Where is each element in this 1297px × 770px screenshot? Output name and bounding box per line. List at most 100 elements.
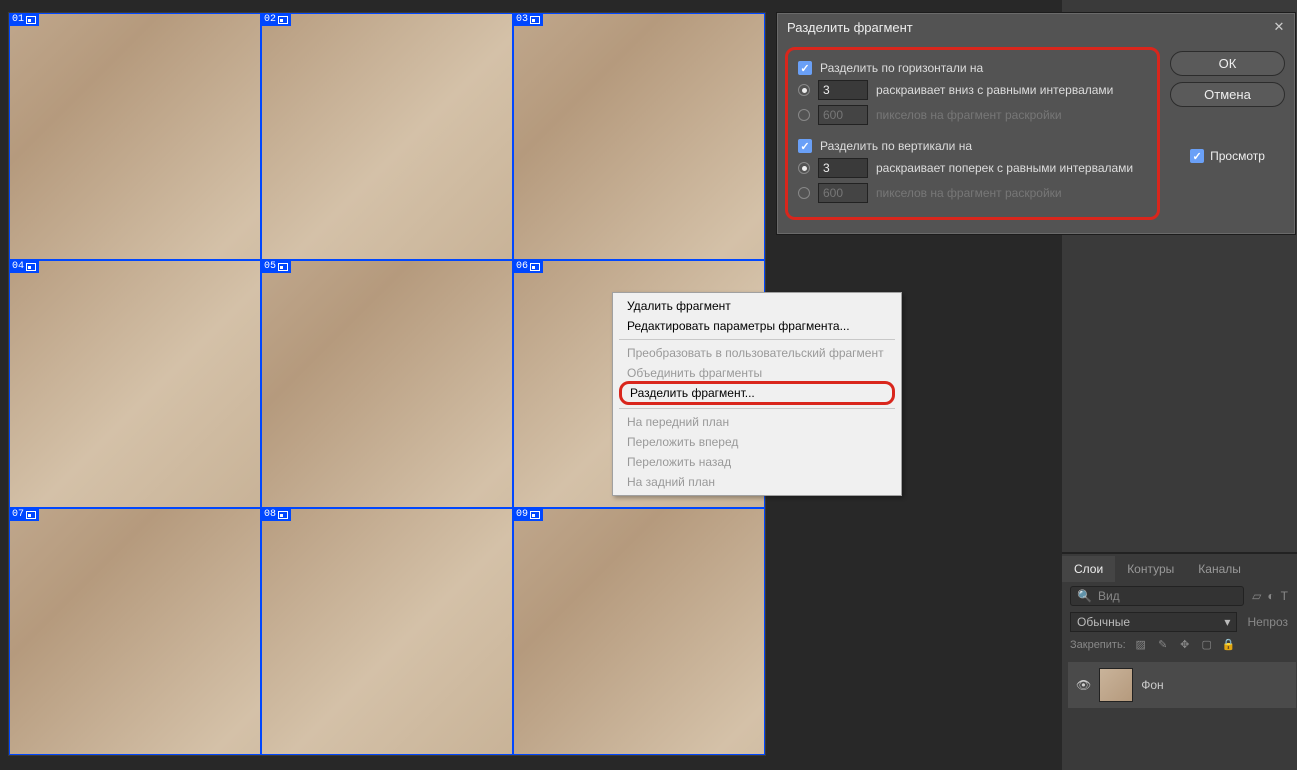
image-icon — [278, 511, 288, 519]
close-icon[interactable]: ✕ — [1271, 19, 1287, 35]
filter-image-icon[interactable]: ▱ — [1252, 589, 1261, 603]
context-menu: Удалить фрагмент Редактировать параметры… — [612, 292, 902, 496]
ctx-bring-forward: Переложить вперед — [613, 432, 901, 452]
lock-brush-icon[interactable]: ✎ — [1156, 638, 1170, 651]
horizontal-group: ✓ Разделить по горизонтали на раскраивае… — [798, 61, 1147, 125]
slice-badge: 07 — [10, 509, 39, 521]
slice-05[interactable]: 05 — [261, 260, 513, 507]
filter-label: Вид — [1098, 589, 1120, 603]
horiz-pixels-radio[interactable] — [798, 109, 810, 121]
search-icon: 🔍 — [1077, 589, 1092, 603]
highlight-annotation: Разделить фрагмент... — [619, 381, 895, 405]
separator — [619, 408, 895, 409]
dialog-titlebar[interactable]: Разделить фрагмент ✕ — [777, 13, 1295, 43]
dialog-options-highlight: ✓ Разделить по горизонтали на раскраивае… — [785, 47, 1160, 220]
slice-02[interactable]: 02 — [261, 13, 513, 260]
slice-badge: 08 — [262, 509, 291, 521]
ok-button[interactable]: ОК — [1170, 51, 1285, 76]
slice-number: 03 — [516, 15, 528, 25]
horiz-px-hint: пикселов на фрагмент раскройки — [876, 108, 1062, 122]
tab-channels[interactable]: Каналы — [1186, 556, 1253, 582]
horiz-count-hint: раскраивает вниз с равными интервалами — [876, 83, 1113, 97]
vert-label: Разделить по вертикали на — [820, 139, 972, 153]
slice-number: 06 — [516, 262, 528, 272]
ctx-convert-user-slice: Преобразовать в пользовательский фрагмен… — [613, 343, 901, 363]
slice-number: 05 — [264, 262, 276, 272]
preview-checkbox[interactable]: ✓ — [1190, 149, 1204, 163]
slice-09[interactable]: 09 — [513, 508, 765, 755]
ctx-divide-slice[interactable]: Разделить фрагмент... — [622, 384, 892, 402]
horiz-count-input[interactable] — [818, 80, 868, 100]
visibility-icon[interactable]: 👁 — [1076, 678, 1091, 692]
slice-number: 04 — [12, 262, 24, 272]
blend-mode-value: Обычные — [1077, 615, 1130, 629]
slice-07[interactable]: 07 — [9, 508, 261, 755]
cancel-button[interactable]: Отмена — [1170, 82, 1285, 107]
image-icon — [26, 511, 36, 519]
slice-badge: 03 — [514, 14, 543, 26]
vert-count-input[interactable] — [818, 158, 868, 178]
vert-pixels-radio[interactable] — [798, 187, 810, 199]
filter-adjust-icon[interactable]: ◐ — [1267, 589, 1274, 603]
vert-evenly-radio[interactable] — [798, 162, 810, 174]
image-icon — [530, 263, 540, 271]
slice-number: 08 — [264, 510, 276, 520]
slice-03[interactable]: 03 — [513, 13, 765, 260]
image-icon — [530, 16, 540, 24]
filter-type-icon[interactable]: T — [1281, 589, 1288, 603]
image-icon — [26, 263, 36, 271]
horiz-label: Разделить по горизонтали на — [820, 61, 983, 75]
lock-all-icon[interactable]: 🔒 — [1222, 638, 1236, 651]
slice-number: 07 — [12, 510, 24, 520]
preview-label: Просмотр — [1210, 149, 1265, 163]
slice-badge: 06 — [514, 261, 543, 273]
slice-number: 09 — [516, 510, 528, 520]
image-icon — [26, 16, 36, 24]
layer-thumbnail[interactable] — [1099, 668, 1133, 702]
divide-slice-dialog: Разделить фрагмент ✕ ✓ Разделить по гори… — [776, 12, 1296, 235]
slice-01[interactable]: 01 — [9, 13, 261, 260]
ctx-send-backward: Переложить назад — [613, 452, 901, 472]
slice-badge: 04 — [10, 261, 39, 273]
vert-px-input — [818, 183, 868, 203]
vert-px-hint: пикселов на фрагмент раскройки — [876, 186, 1062, 200]
ctx-send-back: На задний план — [613, 472, 901, 492]
layer-row[interactable]: 👁 Фон — [1068, 662, 1296, 708]
ctx-edit-slice[interactable]: Редактировать параметры фрагмента... — [613, 316, 901, 336]
panel-tabs: Слои Контуры Каналы — [1062, 556, 1253, 582]
ctx-delete-slice[interactable]: Удалить фрагмент — [613, 296, 901, 316]
slice-number: 02 — [264, 15, 276, 25]
layer-filter[interactable]: 🔍 Вид — [1070, 586, 1244, 606]
separator — [619, 339, 895, 340]
ctx-combine-slices: Объединить фрагменты — [613, 363, 901, 383]
dialog-title: Разделить фрагмент — [787, 20, 913, 35]
vert-checkbox[interactable]: ✓ — [798, 139, 812, 153]
vert-count-hint: раскраивает поперек с равными интервалам… — [876, 161, 1133, 175]
image-icon — [278, 16, 288, 24]
blend-mode-dropdown[interactable]: Обычные ▾ — [1070, 612, 1237, 632]
slice-number: 01 — [12, 15, 24, 25]
slice-04[interactable]: 04 — [9, 260, 261, 507]
layer-name: Фон — [1141, 678, 1163, 692]
tab-paths[interactable]: Контуры — [1115, 556, 1186, 582]
horiz-checkbox[interactable]: ✓ — [798, 61, 812, 75]
slice-badge: 02 — [262, 14, 291, 26]
slice-badge: 09 — [514, 509, 543, 521]
panel-separator — [1062, 552, 1297, 554]
horiz-evenly-radio[interactable] — [798, 84, 810, 96]
slice-08[interactable]: 08 — [261, 508, 513, 755]
vertical-group: ✓ Разделить по вертикали на раскраивает … — [798, 139, 1147, 203]
image-icon — [530, 511, 540, 519]
tab-layers[interactable]: Слои — [1062, 556, 1115, 582]
lock-move-icon[interactable]: ✥ — [1178, 638, 1192, 651]
horiz-px-input — [818, 105, 868, 125]
slice-badge: 01 — [10, 14, 39, 26]
image-icon — [278, 263, 288, 271]
lock-artboard-icon[interactable]: ▢ — [1200, 638, 1214, 651]
ctx-bring-front: На передний план — [613, 412, 901, 432]
opacity-label: Непроз — [1247, 615, 1288, 629]
lock-label: Закрепить: — [1070, 639, 1126, 651]
chevron-down-icon: ▾ — [1224, 615, 1230, 629]
slice-badge: 05 — [262, 261, 291, 273]
lock-pixels-icon[interactable]: ▨ — [1134, 638, 1148, 651]
